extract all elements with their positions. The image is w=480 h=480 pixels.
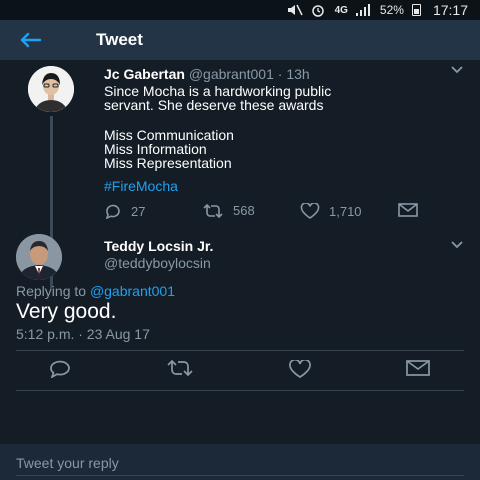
tweet-author[interactable]: Jc Gabertan @gabrant001 · 13h <box>104 66 310 82</box>
app-header: Tweet <box>0 20 480 60</box>
mention-link[interactable]: @gabrant001 <box>90 283 175 299</box>
alarm-icon <box>311 4 327 17</box>
network-type: 4G <box>334 4 348 16</box>
mail-icon <box>406 360 430 376</box>
tweet-line: Since Mocha is a hardworking public <box>104 83 332 99</box>
tweet-line: servant. She deserve these awards <box>104 97 324 113</box>
input-underline <box>16 475 464 476</box>
divider <box>16 350 464 351</box>
reply-button[interactable] <box>48 360 72 383</box>
retweet-count: 568 <box>233 203 255 218</box>
back-arrow-icon <box>20 32 41 48</box>
timestamp: 5:12 p.m. · 23 Aug 17 <box>16 326 150 342</box>
page-title: Tweet <box>96 30 143 49</box>
heart-icon <box>300 203 320 219</box>
avatar[interactable] <box>28 66 74 112</box>
share-button[interactable] <box>398 203 418 217</box>
avatar[interactable] <box>16 234 62 280</box>
hashtag-link[interactable]: #FireMocha <box>104 178 178 194</box>
like-button[interactable]: 1,710 <box>300 203 362 219</box>
author-name: Jc Gabertan <box>104 66 185 82</box>
like-count: 1,710 <box>329 203 362 219</box>
signal-icon <box>355 4 372 16</box>
reply-icon <box>105 204 120 219</box>
tweet-actions <box>0 354 480 382</box>
tweet-line: Miss Representation <box>104 155 232 171</box>
mute-icon <box>287 4 303 16</box>
share-button[interactable] <box>406 360 430 381</box>
compose-bar <box>0 444 480 480</box>
author-handle[interactable]: @teddyboylocsin <box>104 255 211 271</box>
reply-button[interactable]: 27 <box>104 203 145 219</box>
retweet-button[interactable] <box>166 359 194 381</box>
retweet-icon <box>167 359 193 377</box>
like-button[interactable] <box>288 358 312 383</box>
tweet-line: Miss Information <box>104 141 207 157</box>
reply-input[interactable] <box>16 453 464 473</box>
chevron-down-icon[interactable] <box>450 240 464 250</box>
heart-icon <box>289 358 311 378</box>
tweet-text: Very good. <box>16 300 117 323</box>
status-bar: 4G 52% 17:17 <box>0 0 480 20</box>
chevron-down-icon[interactable] <box>450 65 464 75</box>
reply-icon <box>50 360 70 379</box>
tweet-text: Since Mocha is a hardworking public serv… <box>104 84 331 170</box>
retweet-icon <box>203 203 223 218</box>
replying-to: Replying to @gabrant001 <box>16 283 175 299</box>
original-tweet[interactable]: Jc Gabertan @gabrant001 · 13h Since Moch… <box>0 60 480 288</box>
clock: 17:17 <box>432 2 468 18</box>
divider <box>16 390 464 391</box>
author-name[interactable]: Teddy Locsin Jr. <box>104 238 213 254</box>
author-handle-time: @gabrant001 · 13h <box>188 66 310 82</box>
retweet-button[interactable]: 568 <box>202 203 255 218</box>
battery-percent: 52% <box>379 3 404 17</box>
tweet-line <box>104 112 331 128</box>
tweet-line: Miss Communication <box>104 127 234 143</box>
battery-icon <box>411 4 421 16</box>
reply-count: 27 <box>131 203 146 219</box>
replying-label: Replying to <box>16 283 87 299</box>
back-button[interactable] <box>0 20 60 60</box>
mail-icon <box>398 203 418 217</box>
